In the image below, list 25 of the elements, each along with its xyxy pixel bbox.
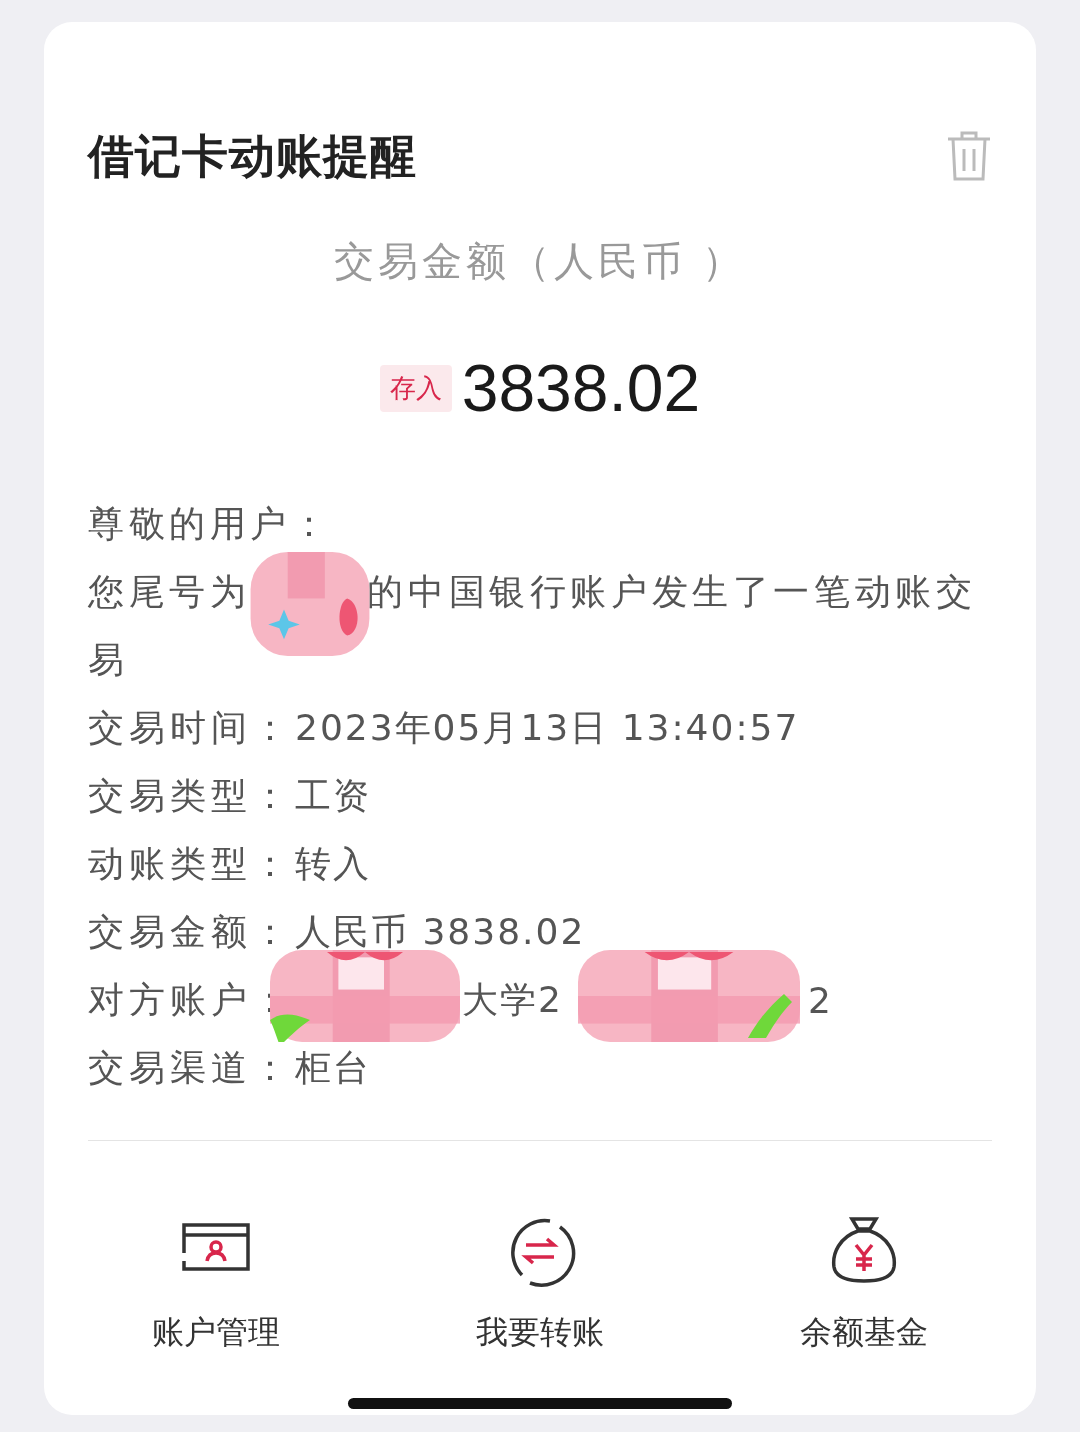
amount-text: 3838.02 bbox=[461, 350, 701, 427]
notice-text: 易 bbox=[88, 638, 130, 682]
greeting-text: 尊敬的用户： bbox=[88, 502, 333, 546]
amount-caption: 交易金额（人民币 ） bbox=[333, 237, 747, 286]
action-button[interactable]: 余额基金 bbox=[702, 1213, 1026, 1355]
home-indicator[interactable] bbox=[348, 1398, 732, 1409]
deposit-badge: 存入 bbox=[379, 364, 452, 412]
detail-label: 交易渠道： bbox=[88, 1045, 294, 1090]
detail-label: 交易时间： bbox=[88, 705, 294, 750]
detail-label: 交易金额： bbox=[88, 909, 294, 954]
detail-value: 2 bbox=[807, 979, 833, 1021]
card-title: 借记卡动账提醒 bbox=[88, 128, 417, 185]
notice-text: 您尾号为 bbox=[88, 571, 251, 612]
detail-value: 人民币 3838.02 bbox=[295, 909, 586, 954]
action-button[interactable]: 账户管理 bbox=[54, 1213, 378, 1355]
trash-icon[interactable] bbox=[946, 129, 992, 183]
action-button[interactable]: 我要转账 bbox=[378, 1213, 702, 1355]
detail-value: 大学2 bbox=[462, 977, 563, 1022]
detail-value: 2023年05月13日 13:40:57 bbox=[295, 705, 800, 750]
detail-value: 转入 bbox=[295, 841, 371, 886]
detail-value: 柜台 bbox=[295, 1045, 371, 1090]
notice-text: 的中国银行账户发生了一笔动账交 bbox=[367, 571, 977, 612]
detail-label: 交易类型： bbox=[88, 773, 294, 818]
detail-value: 工资 bbox=[295, 773, 371, 818]
detail-label: 动账类型： bbox=[88, 841, 294, 886]
